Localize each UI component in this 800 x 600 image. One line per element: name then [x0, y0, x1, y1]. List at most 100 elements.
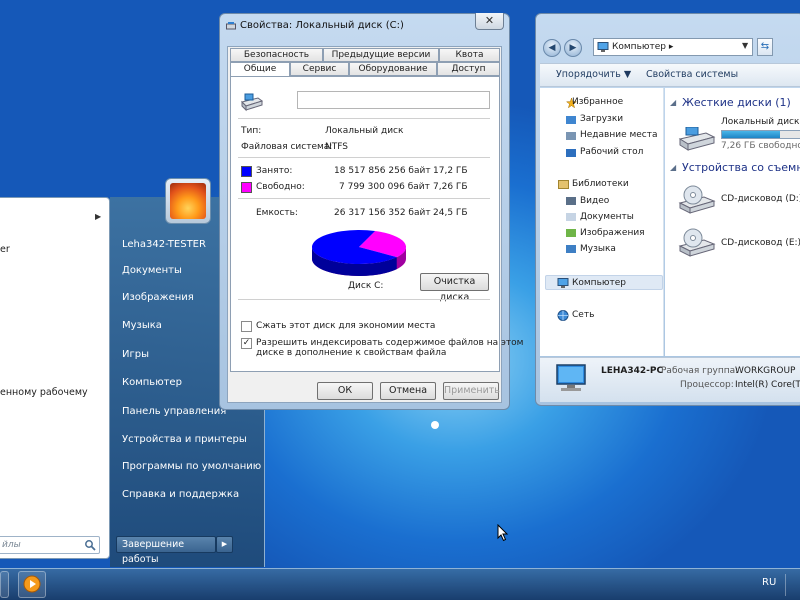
start-item-help[interactable]: Справка и поддержка	[122, 486, 257, 504]
used-label: Занято:	[256, 166, 293, 176]
tab-security[interactable]: Безопасность	[230, 48, 323, 62]
video-icon	[566, 197, 576, 205]
pictures-icon	[566, 229, 576, 237]
shutdown-options-arrow[interactable]: ▶	[216, 536, 233, 553]
nav-desktop[interactable]: Рабочий стол	[580, 147, 643, 157]
taskbar-divider	[785, 574, 786, 596]
media-player-icon	[23, 575, 41, 593]
section-removable[interactable]: Устройства со съемны	[682, 161, 800, 174]
pc-name: LEHA342-PC	[601, 366, 664, 376]
cpu-label: Процессор:	[680, 380, 734, 390]
cd-drive-e[interactable]: CD-дисковод (E:)	[721, 238, 800, 248]
nav-documents[interactable]: Документы	[580, 212, 634, 222]
organize-button[interactable]: Упорядочить ▼	[556, 69, 631, 80]
workgroup-value: WORKGROUP	[735, 366, 796, 376]
start-item-devices-printers[interactable]: Устройства и принтеры	[122, 431, 257, 449]
used-space-swatch	[241, 166, 252, 177]
close-icon[interactable]: ✕	[475, 13, 504, 30]
capacity-gb: 24,5 ГБ	[433, 208, 468, 218]
nav-favorites[interactable]: Избранное	[572, 97, 623, 107]
taskbar	[0, 568, 800, 600]
nav-video[interactable]: Видео	[580, 196, 609, 206]
computer-icon	[597, 42, 609, 52]
section-hard-drives[interactable]: Жесткие диски (1)	[682, 96, 791, 109]
type-label: Тип:	[241, 126, 262, 136]
network-icon	[557, 310, 569, 321]
breadcrumb-arrow-icon: ▸	[665, 42, 674, 52]
used-bytes: 18 517 856 256 байт	[334, 166, 431, 176]
taskbar-button[interactable]	[0, 571, 9, 598]
drive-icon	[226, 22, 236, 30]
used-gb: 17,2 ГБ	[433, 166, 468, 176]
system-properties-button[interactable]: Свойства системы	[646, 69, 738, 80]
compress-checkbox[interactable]	[241, 321, 252, 332]
address-dropdown-icon[interactable]: ▼	[742, 41, 748, 50]
desktop-icon	[566, 149, 576, 157]
nav-recent[interactable]: Недавние места	[580, 130, 658, 140]
drive-c-usage-bar	[721, 130, 800, 139]
nav-network[interactable]: Сеть	[572, 310, 594, 320]
filesystem-label: Файловая система:	[241, 142, 333, 152]
apply-button[interactable]: Применить	[443, 382, 500, 400]
address-bar[interactable]: Компьютер ▸	[593, 38, 753, 56]
downloads-icon	[566, 116, 576, 124]
start-menu-programs-pane	[0, 197, 110, 559]
cd-drive-d[interactable]: CD-дисковод (D:)	[721, 194, 800, 204]
start-menu-program-fragment[interactable]: енному рабочему	[0, 387, 88, 398]
type-value: Локальный диск	[325, 126, 404, 136]
drive-label-input[interactable]	[297, 91, 490, 109]
address-text: Компьютер	[612, 42, 666, 52]
computer-icon	[557, 278, 569, 288]
user-avatar[interactable]	[165, 178, 211, 224]
capacity-label: Емкость:	[256, 208, 298, 218]
cancel-button[interactable]: Отмена	[380, 382, 436, 400]
hard-drive-icon[interactable]	[678, 127, 716, 153]
submenu-arrow-icon: ▶	[95, 212, 102, 221]
disk-cleanup-button[interactable]: Очистка диска	[420, 273, 489, 303]
drive-c-free: 7,26 ГБ свободно и	[721, 141, 800, 151]
tab-previous-versions[interactable]: Предыдущие версии	[323, 48, 439, 62]
filesystem-value: NTFS	[325, 142, 348, 152]
collapse-hdd-icon[interactable]: ◢	[670, 98, 676, 107]
forward-icon[interactable]: ▶	[564, 39, 582, 57]
back-icon[interactable]: ◀	[543, 39, 561, 57]
nav-computer[interactable]: Компьютер	[572, 278, 626, 288]
tab-quota[interactable]: Квота	[439, 48, 500, 62]
workgroup-label: Рабочая группа:	[661, 366, 739, 376]
avatar-image	[170, 183, 206, 219]
mouse-cursor-icon	[497, 524, 509, 542]
start-menu-program-fragment[interactable]: er	[0, 244, 10, 255]
music-icon	[566, 245, 576, 253]
tab-general[interactable]: Общие	[230, 62, 290, 77]
drive-c-usage-fill	[722, 131, 780, 138]
ok-button[interactable]: ОК	[317, 382, 373, 400]
nav-music[interactable]: Музыка	[580, 244, 616, 254]
cd-drive-icon[interactable]	[678, 228, 716, 258]
start-item-default-programs[interactable]: Программы по умолчанию	[122, 458, 261, 476]
documents-icon	[566, 213, 576, 221]
drive-c-name[interactable]: Локальный диск (C	[721, 117, 800, 127]
free-space-swatch	[241, 182, 252, 193]
cd-drive-icon[interactable]	[678, 185, 716, 215]
dialog-title: Свойства: Локальный диск (C:)	[240, 20, 404, 31]
compress-label: Сжать этот диск для экономии места	[256, 321, 436, 331]
tab-hardware[interactable]: Оборудование	[349, 62, 437, 76]
free-bytes: 7 799 300 096 байт	[339, 182, 430, 192]
tab-tools[interactable]: Сервис	[290, 62, 349, 76]
cpu-value: Intel(R) Core(TM	[735, 380, 800, 390]
search-icon[interactable]	[84, 539, 96, 551]
language-indicator[interactable]: RU	[762, 577, 776, 588]
refresh-icon[interactable]: ⇆	[757, 38, 773, 56]
tab-sharing[interactable]: Доступ	[437, 62, 500, 76]
disk-caption: Диск C:	[348, 281, 384, 291]
free-label: Свободно:	[256, 182, 305, 192]
nav-pictures[interactable]: Изображения	[580, 228, 645, 238]
index-checkbox[interactable]: ✓	[241, 338, 252, 349]
free-gb: 7,26 ГБ	[433, 182, 468, 192]
nav-libraries[interactable]: Библиотеки	[572, 179, 629, 189]
nav-downloads[interactable]: Загрузки	[580, 114, 623, 124]
collapse-removable-icon[interactable]: ◢	[670, 163, 676, 172]
shutdown-button[interactable]: Завершение работы	[116, 536, 216, 565]
computer-icon	[556, 364, 586, 391]
capacity-bytes: 26 317 156 352 байт	[334, 208, 431, 218]
